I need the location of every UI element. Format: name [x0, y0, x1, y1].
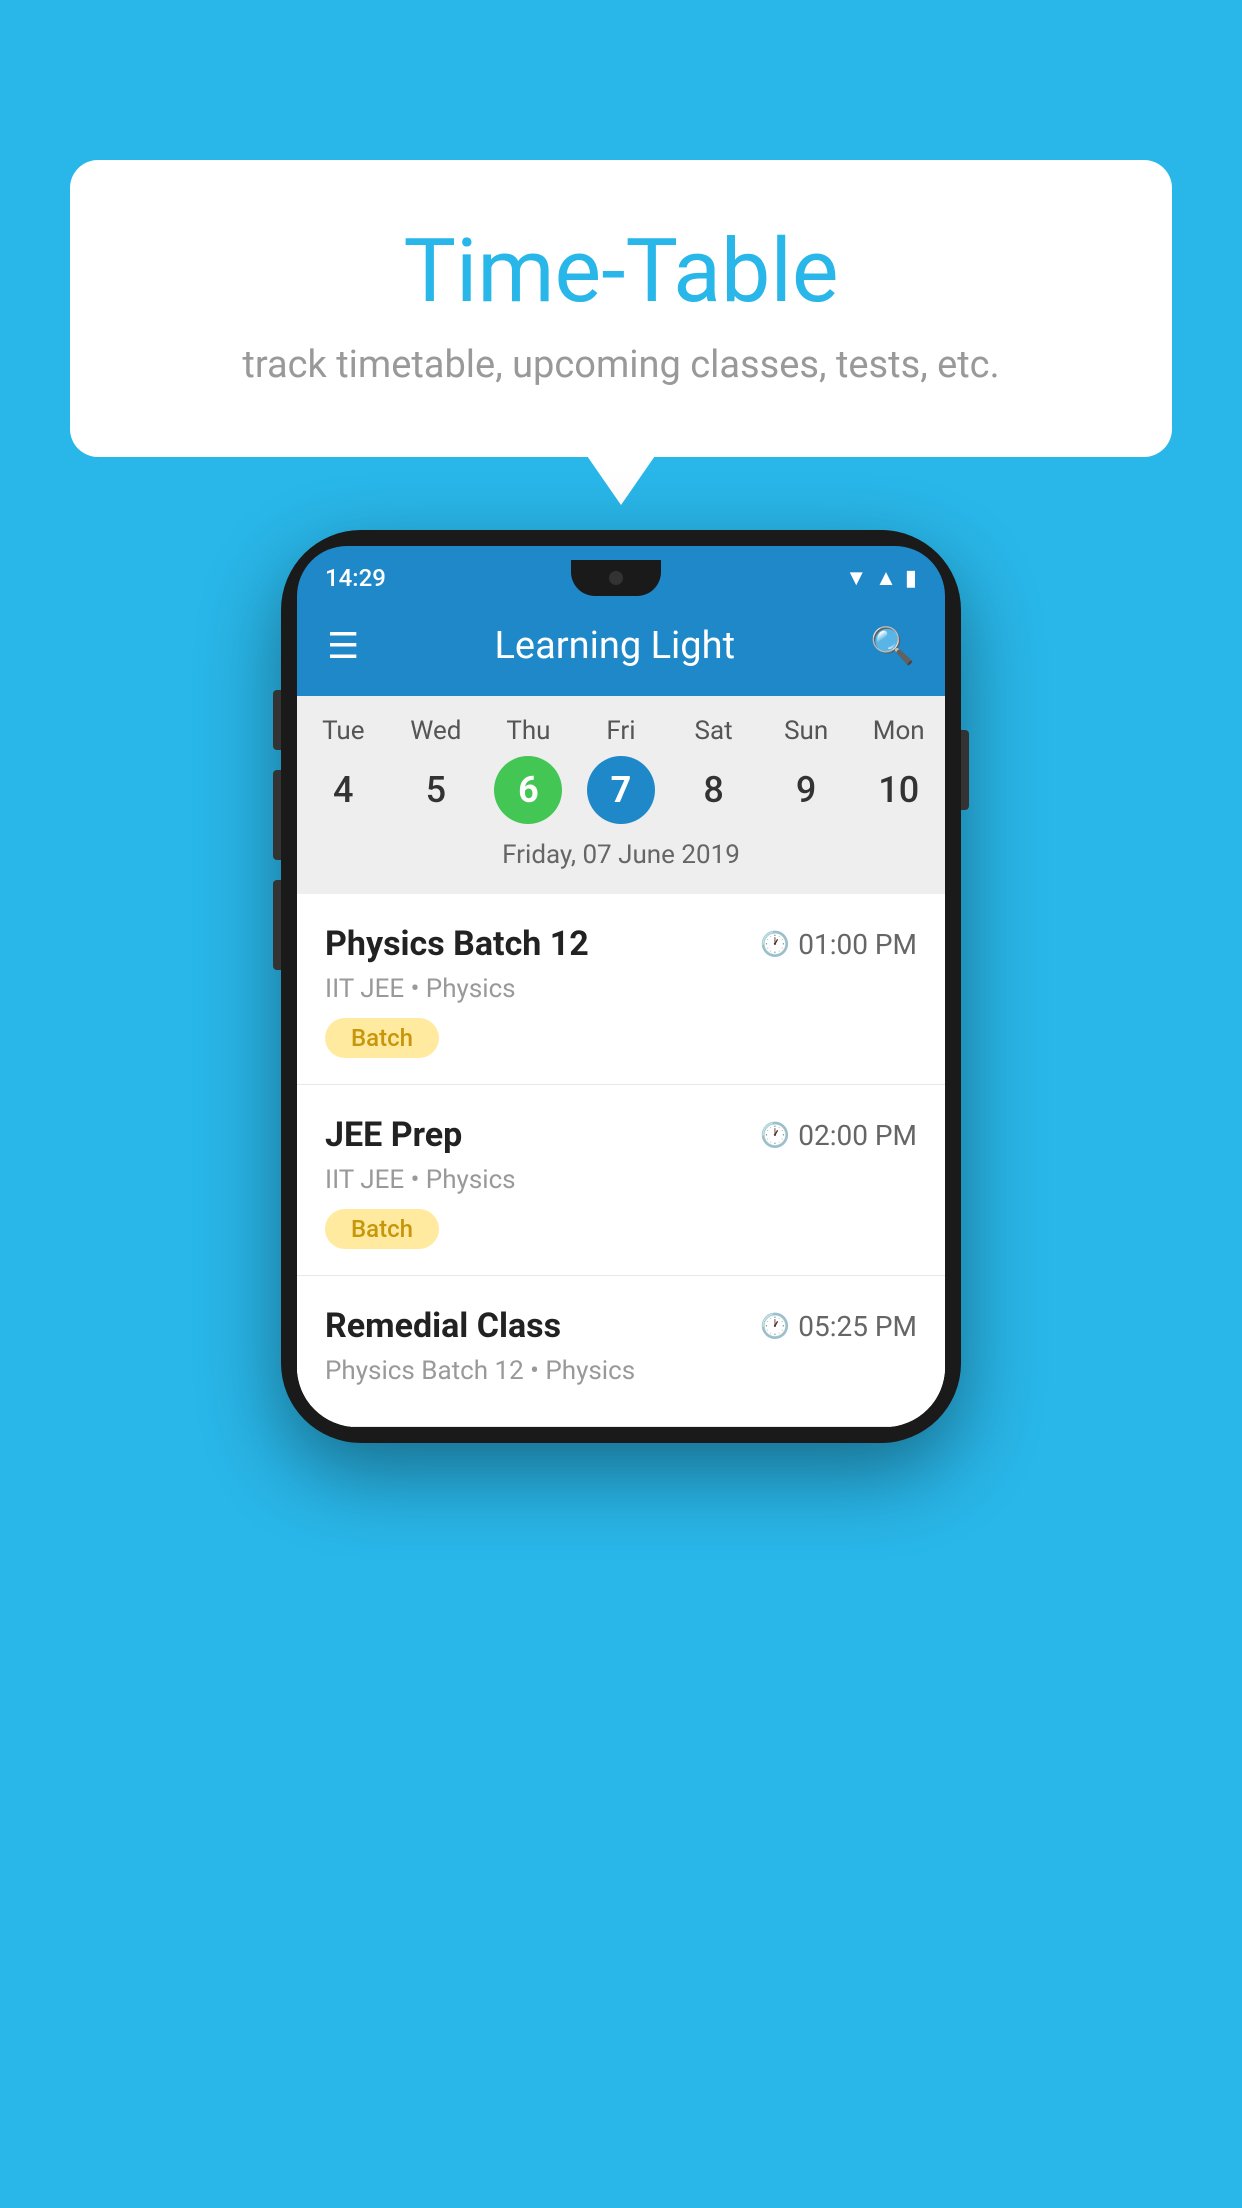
clock-icon: 🕐 — [760, 930, 790, 958]
day-number[interactable]: 5 — [390, 756, 483, 824]
schedule-item-time: 🕐 05:25 PM — [760, 1310, 917, 1343]
schedule-item-title: Physics Batch 12 — [325, 924, 589, 964]
speech-bubble-container: Time-Table track timetable, upcoming cla… — [70, 160, 1172, 457]
day-number[interactable]: 9 — [760, 756, 853, 824]
day-numbers: 45678910 — [297, 756, 945, 824]
notch — [571, 560, 661, 596]
hamburger-icon[interactable]: ☰ — [327, 625, 359, 667]
day-number[interactable]: 8 — [667, 756, 760, 824]
schedule-item-title: JEE Prep — [325, 1115, 462, 1155]
schedule-item-time: 🕐 02:00 PM — [760, 1119, 917, 1152]
app-title: Learning Light — [494, 624, 735, 668]
clock-icon: 🕐 — [760, 1121, 790, 1149]
schedule-item-subtitle: IIT JEE • Physics — [325, 1165, 917, 1195]
schedule-item-subtitle: IIT JEE • Physics — [325, 974, 917, 1004]
schedule-list: Physics Batch 12 🕐 01:00 PM IIT JEE • Phys… — [297, 894, 945, 1427]
day-header: Tue — [297, 716, 390, 746]
speech-bubble: Time-Table track timetable, upcoming cla… — [70, 160, 1172, 457]
battery-icon: ▮ — [905, 566, 917, 591]
schedule-item[interactable]: JEE Prep 🕐 02:00 PM IIT JEE • Physics Batch — [297, 1085, 945, 1276]
day-headers: TueWedThuFriSatSunMon — [297, 716, 945, 746]
day-header: Wed — [390, 716, 483, 746]
day-header: Thu — [482, 716, 575, 746]
power-button — [961, 730, 969, 810]
volume-down-button — [273, 770, 281, 860]
schedule-item-header: JEE Prep 🕐 02:00 PM — [325, 1115, 917, 1155]
batch-tag: Batch — [325, 1209, 439, 1249]
schedule-item[interactable]: Physics Batch 12 🕐 01:00 PM IIT JEE • Phys… — [297, 894, 945, 1085]
status-bar: 14:29 ▼ ▲ ▮ — [297, 546, 945, 596]
calendar-strip: TueWedThuFriSatSunMon 45678910 Friday, 0… — [297, 696, 945, 894]
schedule-item-header: Remedial Class 🕐 05:25 PM — [325, 1306, 917, 1346]
phone-outer: 14:29 ▼ ▲ ▮ ☰ Learning Light 🔍 Tu — [281, 530, 961, 1443]
status-time: 14:29 — [325, 564, 386, 592]
silent-button — [273, 880, 281, 970]
status-icons: ▼ ▲ ▮ — [845, 565, 917, 591]
day-header: Sat — [667, 716, 760, 746]
bubble-subtitle: track timetable, upcoming classes, tests… — [150, 343, 1092, 387]
day-header: Sun — [760, 716, 853, 746]
day-number[interactable]: 6 — [494, 756, 562, 824]
schedule-item-subtitle: Physics Batch 12 • Physics — [325, 1356, 917, 1386]
phone-mockup: 14:29 ▼ ▲ ▮ ☰ Learning Light 🔍 Tu — [281, 530, 961, 1443]
batch-tag: Batch — [325, 1018, 439, 1058]
day-header: Fri — [575, 716, 668, 746]
app-bar: ☰ Learning Light 🔍 — [297, 596, 945, 696]
day-number[interactable]: 10 — [852, 756, 945, 824]
schedule-item[interactable]: Remedial Class 🕐 05:25 PM Physics Batch 12… — [297, 1276, 945, 1427]
day-number[interactable]: 4 — [297, 756, 390, 824]
camera-dot — [609, 571, 623, 585]
selected-date-label: Friday, 07 June 2019 — [297, 840, 945, 884]
schedule-item-header: Physics Batch 12 🕐 01:00 PM — [325, 924, 917, 964]
search-icon[interactable]: 🔍 — [870, 625, 915, 667]
schedule-item-title: Remedial Class — [325, 1306, 561, 1346]
day-header: Mon — [852, 716, 945, 746]
phone-screen: ☰ Learning Light 🔍 TueWedThuFriSatSunMon… — [297, 596, 945, 1427]
wifi-icon: ▼ — [845, 565, 867, 591]
day-number[interactable]: 7 — [587, 756, 655, 824]
signal-icon: ▲ — [875, 565, 897, 591]
volume-up-button — [273, 690, 281, 750]
bubble-title: Time-Table — [150, 220, 1092, 323]
clock-icon: 🕐 — [760, 1312, 790, 1340]
schedule-item-time: 🕐 01:00 PM — [760, 928, 917, 961]
